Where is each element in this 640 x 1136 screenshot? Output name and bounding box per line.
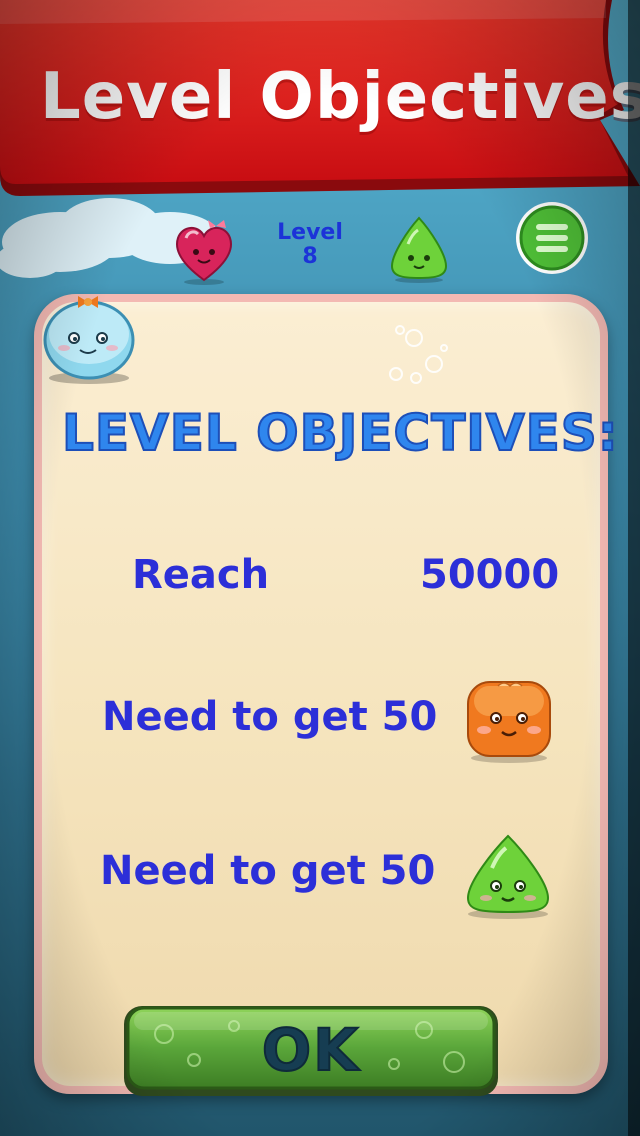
bubbles-decoration — [389, 325, 448, 384]
banner-title: Level Objectives — [40, 60, 640, 134]
reach-label: Reach — [132, 552, 270, 598]
reach-score-value: 50000 — [420, 552, 560, 598]
pink-heart-jelly-icon — [176, 220, 232, 285]
menu-button[interactable] — [514, 200, 590, 276]
green-jelly-icon — [466, 834, 550, 919]
objective-green-label: Need to get 50 — [100, 848, 436, 894]
level-number: 8 — [302, 244, 318, 269]
screen-edge-shadow — [628, 0, 640, 1136]
blue-jelly-mascot-icon — [43, 296, 135, 384]
green-drop-jelly-icon — [390, 216, 448, 283]
objectives-heading: LEVEL OBJECTIVES: — [61, 403, 619, 463]
orange-jelly-icon — [467, 681, 551, 763]
level-label: Level — [277, 220, 343, 245]
ok-button-label: OK — [261, 1015, 361, 1085]
objective-orange-label: Need to get 50 — [102, 694, 438, 740]
